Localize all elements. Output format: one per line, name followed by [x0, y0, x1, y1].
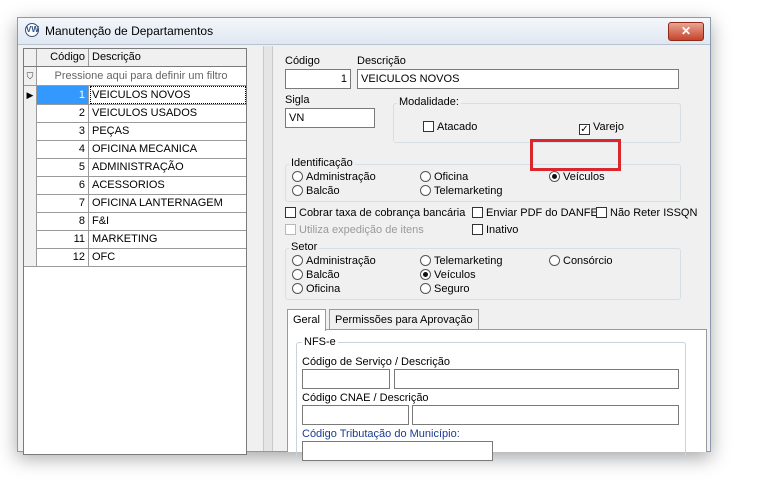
tab-geral[interactable]: Geral [287, 309, 326, 331]
window-title: Manutenção de Departamentos [45, 24, 214, 38]
setor-radio-veiculos[interactable]: Veículos [420, 268, 476, 282]
varejo-checkbox[interactable]: ✓ Varejo [579, 120, 624, 135]
atacado-checkbox[interactable]: Atacado [423, 120, 477, 134]
descricao-label: Descrição [357, 55, 406, 67]
table-row[interactable]: 2 VEICULOS USADOS [24, 104, 246, 123]
row-pointer-icon: ▶ [24, 86, 37, 104]
ident-radio-telemarketing[interactable]: Telemarketing [420, 184, 502, 198]
filter-row[interactable]: ⛉ Pressione aqui para definir um filtro [24, 67, 246, 86]
tributacao-field[interactable] [302, 441, 493, 461]
highlight-box [530, 139, 621, 171]
varejo-check-box[interactable]: ✓ [579, 124, 590, 135]
inativo-checkbox[interactable]: Inativo [472, 223, 518, 237]
grid-header: Código Descrição [24, 49, 246, 67]
cell-descricao[interactable]: PEÇAS [90, 122, 246, 140]
ident-radio-oficina[interactable]: Oficina [420, 170, 468, 184]
table-row[interactable]: 6 ACESSORIOS [24, 176, 246, 195]
setor-label: Setor [289, 241, 320, 253]
atacado-check-box[interactable] [423, 121, 434, 132]
row-indicator [24, 212, 37, 230]
setor-radio-seguro[interactable]: Seguro [420, 282, 469, 296]
cell-codigo[interactable]: 7 [37, 194, 89, 212]
atacado-label: Atacado [437, 121, 478, 133]
cnae-desc-field[interactable] [412, 405, 679, 425]
table-row[interactable]: 11 MARKETING [24, 230, 246, 249]
setor-radio-consorcio[interactable]: Consórcio [549, 254, 613, 268]
row-indicator [24, 158, 37, 176]
cell-codigo[interactable]: 2 [37, 104, 89, 122]
enviar-pdf-checkbox[interactable]: Enviar PDF do DANFE [472, 206, 598, 220]
cell-codigo[interactable]: 11 [37, 230, 89, 248]
row-indicator [24, 248, 37, 266]
ident-radio-balcao[interactable]: Balcão [292, 184, 340, 198]
tab-page-geral: NFS-e Código de Serviço / Descrição Códi… [287, 329, 707, 461]
row-indicator [24, 176, 37, 194]
cell-descricao[interactable]: OFICINA MECANICA [90, 140, 246, 158]
filter-hint[interactable]: Pressione aqui para definir um filtro [36, 67, 246, 85]
table-row[interactable]: 7 OFICINA LANTERNAGEM [24, 194, 246, 213]
setor-radio-telemarketing[interactable]: Telemarketing [420, 254, 502, 268]
sigla-field[interactable]: VN [285, 108, 375, 128]
title-bar: VW Manutenção de Departamentos ✕ [18, 18, 710, 45]
identificacao-label: Identificação [289, 157, 355, 169]
cell-descricao[interactable]: F&I [90, 212, 246, 230]
codigo-label: Código [285, 55, 320, 67]
row-indicator [24, 194, 37, 212]
cell-codigo[interactable]: 1 [37, 86, 89, 104]
vw-logo-icon: VW [25, 23, 39, 37]
cell-descricao[interactable]: VEICULOS NOVOS [90, 86, 246, 104]
column-header-descricao[interactable]: Descrição [90, 49, 246, 66]
cell-codigo[interactable]: 5 [37, 158, 89, 176]
panel-splitter[interactable] [263, 46, 273, 451]
cell-descricao[interactable]: ADMINISTRAÇÃO [90, 158, 246, 176]
tab-permissoes-aprovacao[interactable]: Permissões para Aprovação [329, 309, 479, 330]
cell-codigo[interactable]: 3 [37, 122, 89, 140]
table-row[interactable]: 5 ADMINISTRAÇÃO [24, 158, 246, 177]
cell-descricao[interactable]: OFC [90, 248, 246, 266]
grid-header-indicator [24, 49, 37, 66]
cell-descricao[interactable]: VEICULOS USADOS [90, 104, 246, 122]
codigo-field[interactable]: 1 [285, 69, 351, 89]
table-row[interactable]: ▶ 1 VEICULOS NOVOS [24, 86, 246, 105]
nfse-label: NFS-e [302, 336, 338, 348]
cell-descricao[interactable]: MARKETING [90, 230, 246, 248]
modalidade-label: Modalidade: [397, 96, 461, 108]
servico-desc-field[interactable] [394, 369, 679, 389]
tributacao-label: Código Tributação do Município: [302, 428, 460, 440]
departments-grid[interactable]: Código Descrição ⛉ Pressione aqui para d… [23, 48, 247, 455]
varejo-label: Varejo [593, 121, 624, 133]
row-indicator [24, 104, 37, 122]
cell-descricao[interactable]: ACESSORIOS [90, 176, 246, 194]
table-row[interactable]: 4 OFICINA MECANICA [24, 140, 246, 159]
row-indicator [24, 230, 37, 248]
ident-radio-administracao[interactable]: Administração [292, 170, 376, 184]
servico-label: Código de Serviço / Descrição [302, 356, 450, 368]
cell-codigo[interactable]: 8 [37, 212, 89, 230]
setor-radio-balcao[interactable]: Balcão [292, 268, 340, 282]
cnae-label: Código CNAE / Descrição [302, 392, 429, 404]
column-header-codigo[interactable]: Código [37, 49, 89, 66]
table-row[interactable]: 8 F&I [24, 212, 246, 231]
ident-radio-veiculos[interactable]: Veículos [549, 170, 605, 184]
table-row[interactable]: 3 PEÇAS [24, 122, 246, 141]
servico-code-field[interactable] [302, 369, 390, 389]
nao-reter-issqn-checkbox[interactable]: Não Reter ISSQN [596, 206, 697, 220]
utiliza-expedicao-checkbox: Utiliza expedição de itens [285, 223, 424, 237]
cell-codigo[interactable]: 4 [37, 140, 89, 158]
descricao-field[interactable]: VEICULOS NOVOS [357, 69, 679, 89]
sigla-label: Sigla [285, 94, 310, 106]
cell-codigo[interactable]: 6 [37, 176, 89, 194]
cobrar-taxa-checkbox[interactable]: Cobrar taxa de cobrança bancária [285, 206, 465, 220]
setor-radio-administracao[interactable]: Administração [292, 254, 376, 268]
row-indicator [24, 140, 37, 158]
table-row[interactable]: 12 OFC [24, 248, 246, 267]
department-window: VW Manutenção de Departamentos ✕ Código … [17, 17, 711, 461]
setor-radio-oficina[interactable]: Oficina [292, 282, 340, 296]
cell-descricao[interactable]: OFICINA LANTERNAGEM [90, 194, 246, 212]
row-indicator [24, 122, 37, 140]
detail-panel: Código 1 Descrição VEICULOS NOVOS Sigla … [273, 46, 709, 461]
close-button[interactable]: ✕ [668, 22, 704, 41]
cell-codigo[interactable]: 12 [37, 248, 89, 266]
cnae-code-field[interactable] [302, 405, 409, 425]
